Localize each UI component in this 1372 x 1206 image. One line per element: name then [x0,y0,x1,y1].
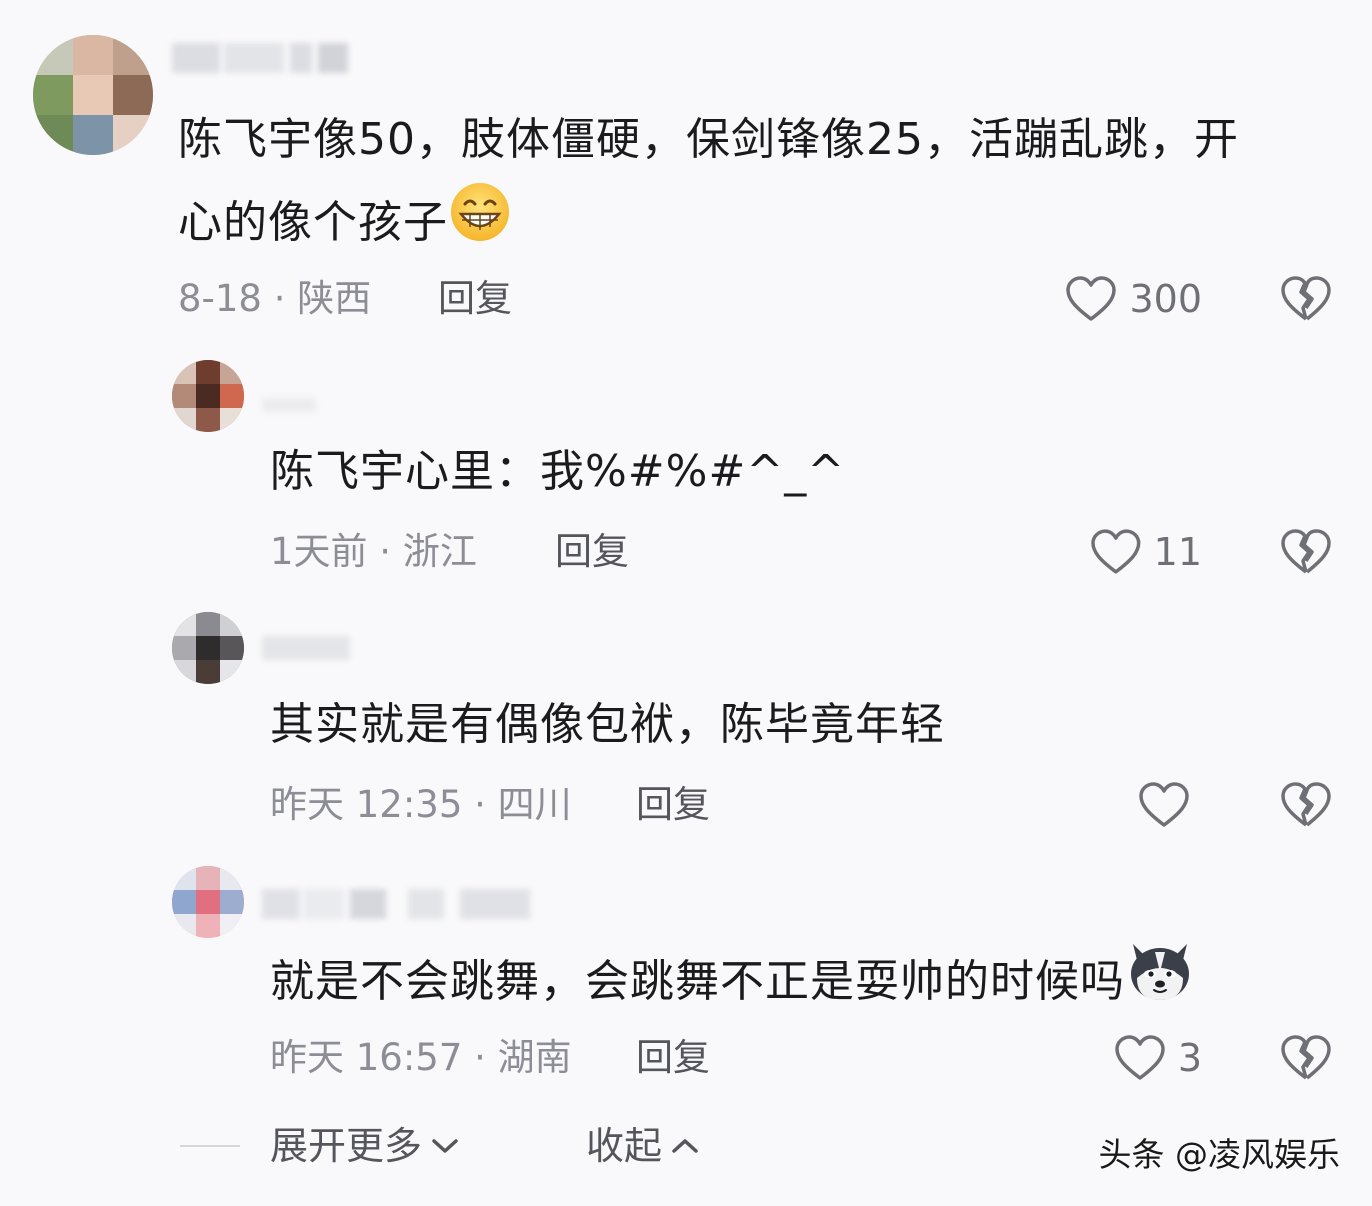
divider [180,1145,240,1147]
avatar[interactable] [33,35,153,155]
heart-icon [1066,276,1117,321]
reply-button[interactable]: 回复 [555,522,629,582]
expand-more-button[interactable]: 展开更多 [270,1116,460,1176]
dislike-button[interactable] [1280,522,1332,582]
husky-dog-icon [1125,938,1195,1030]
dislike-button[interactable] [1280,1028,1332,1088]
like-button[interactable] [1130,775,1202,835]
heart-icon [1139,782,1189,827]
username[interactable] [262,884,534,924]
comment-thread: 陈飞宇像50，肢体僵硬，保剑锋像25，活蹦乱跳，开 心的像个孩子 8-18 · … [0,0,1372,1206]
reply-button[interactable]: 回复 [636,775,710,835]
broken-heart-icon [1281,276,1331,321]
broken-heart-icon [1281,1035,1331,1080]
comment-meta: 1天前 · 浙江 [270,530,477,573]
watermark: 头条 @凌风娱乐 [1098,1135,1341,1174]
comment-text: 陈飞宇像50，肢体僵硬，保剑锋像25，活蹦乱跳，开 [178,114,1239,165]
comment-text: 就是不会跳舞，会跳舞不正是耍帅的时候吗 [270,938,1195,1030]
username[interactable] [262,392,322,418]
chevron-up-icon [672,1139,698,1153]
collapse-label: 收起 [586,1124,663,1168]
username[interactable] [262,632,354,664]
dislike-button[interactable] [1280,775,1332,835]
like-count: 11 [1153,530,1202,574]
heart-icon [1091,529,1141,574]
dislike-button[interactable] [1280,269,1332,329]
like-button[interactable]: 3 [1100,1028,1202,1088]
comment-meta: 昨天 16:57 · 湖南 [270,1036,572,1079]
reply-button[interactable]: 回复 [438,269,512,329]
comment-text-line2: 心的像个孩子 [178,197,448,248]
broken-heart-icon [1281,782,1331,827]
like-count: 300 [1129,277,1202,321]
avatar[interactable] [172,866,244,938]
heart-icon [1115,1035,1165,1080]
chevron-down-icon [432,1139,458,1153]
comment-text: 陈飞宇心里：我%#%#^_^ [270,446,846,497]
reply-button[interactable]: 回复 [636,1028,710,1088]
username[interactable] [172,38,352,78]
like-count: 3 [1177,1036,1202,1080]
collapse-button[interactable]: 收起 [586,1116,700,1176]
avatar[interactable] [172,360,244,432]
comment-text: 心的像个孩子 [178,180,512,270]
like-button[interactable]: 300 [1040,269,1202,329]
broken-heart-icon [1281,529,1331,574]
expand-more-label: 展开更多 [270,1124,423,1168]
avatar[interactable] [172,612,244,684]
comment-meta: 8-18 · 陕西 [178,277,372,320]
comment-meta: 昨天 12:35 · 四川 [270,783,572,826]
grinning-face-icon [448,180,512,270]
comment-text-body: 就是不会跳舞，会跳舞不正是耍帅的时候吗 [270,956,1125,1007]
like-button[interactable]: 11 [1090,522,1202,582]
comment-text: 其实就是有偶像包袱，陈毕竟年轻 [270,699,945,750]
